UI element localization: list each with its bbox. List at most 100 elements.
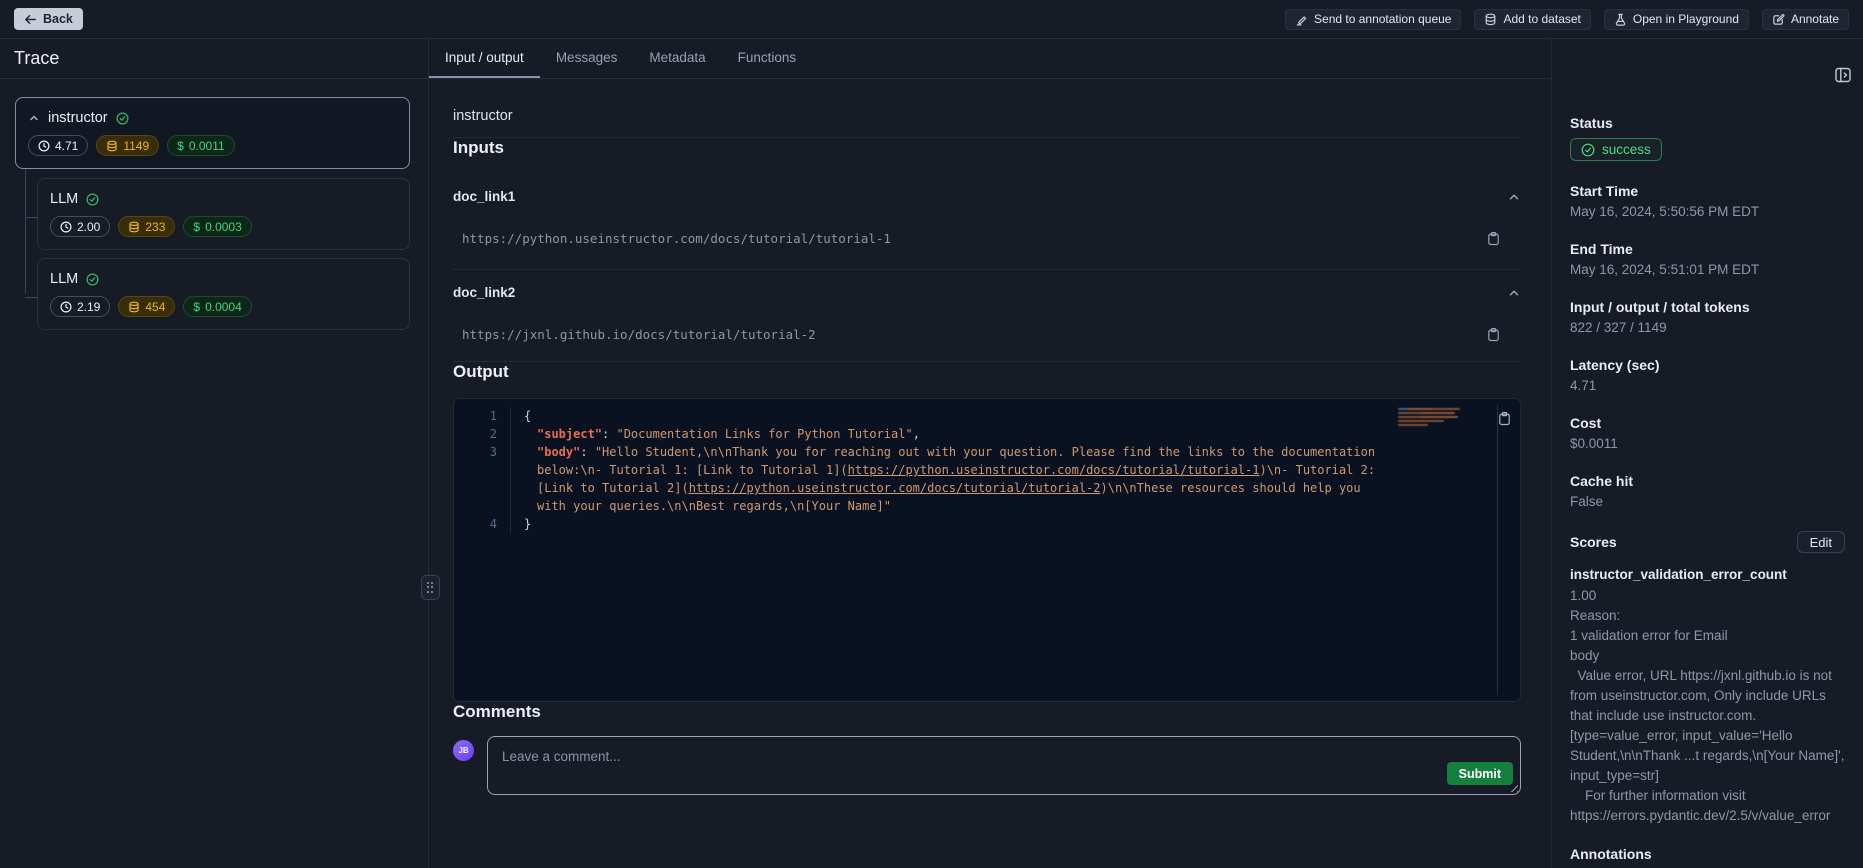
panel-field: Latency (sec)4.71: [1570, 357, 1845, 393]
panel-field-value: 4.71: [1570, 378, 1845, 393]
clock-icon: [60, 221, 72, 233]
trace-detail-page: Back Send to annotation queue Add to dat…: [0, 0, 1863, 868]
sidebar-resize-handle[interactable]: [421, 575, 440, 600]
code-token: ,: [913, 427, 920, 441]
span-name: LLM: [50, 191, 78, 207]
cost-badge: $ 0.0003: [183, 216, 251, 237]
span-badges: 2.00 233 $ 0.0003: [50, 216, 397, 237]
latency-value: 4.71: [55, 139, 78, 153]
tokens-value: 454: [145, 300, 165, 314]
panel-fields: Start TimeMay 16, 2024, 5:50:56 PM EDTEn…: [1570, 183, 1845, 509]
database-icon: [128, 301, 140, 313]
send-to-annotation-queue-button[interactable]: Send to annotation queue: [1285, 9, 1461, 30]
inputs-heading: Inputs: [453, 138, 1521, 158]
code-line: 2"subject": "Documentation Links for Pyt…: [454, 425, 1520, 443]
tab-metadata[interactable]: Metadata: [633, 39, 721, 78]
topbar-actions: Send to annotation queue Add to dataset …: [1285, 9, 1849, 30]
panel-field-label: Cache hit: [1570, 473, 1845, 489]
annotations-heading: Annotations: [1570, 846, 1845, 862]
code-minimap: [1398, 408, 1462, 428]
sidebar-title: Trace: [14, 48, 59, 69]
collapse-chevron-up-icon[interactable]: [1507, 286, 1521, 300]
clock-icon: [38, 140, 50, 152]
tab-messages[interactable]: Messages: [540, 39, 634, 78]
scores-header: Scores Edit: [1570, 531, 1845, 553]
user-avatar: JB: [453, 740, 474, 761]
database-icon: [106, 140, 118, 152]
code-token: }: [524, 517, 531, 531]
tokens-value: 233: [145, 220, 165, 234]
comment-box: Submit: [487, 736, 1521, 795]
code-token: :: [580, 445, 594, 459]
output-code-editor[interactable]: 1{2"subject": "Documentation Links for P…: [453, 398, 1521, 702]
edit-scores-button[interactable]: Edit: [1797, 531, 1845, 553]
score-reason-text: 1 validation error for Email body Value …: [1570, 626, 1845, 826]
trace-children: LLM 2.00 233: [15, 178, 410, 330]
span-header: LLM: [50, 191, 397, 207]
status-badge: success: [1570, 138, 1662, 161]
code-token: "Documentation Links for Python Tutorial…: [616, 427, 912, 441]
score-value: 1.00: [1570, 586, 1845, 606]
dollar-icon: $: [177, 139, 184, 153]
copy-icon[interactable]: [1486, 327, 1501, 342]
add-to-dataset-button[interactable]: Add to dataset: [1474, 9, 1590, 30]
code-line-number: 3: [454, 443, 510, 515]
cost-value: 0.0003: [205, 220, 242, 234]
trace-span-instructor[interactable]: instructor 4.71 1149: [15, 97, 410, 169]
panel-field-value: False: [1570, 494, 1845, 509]
latency-badge: 2.19: [50, 296, 110, 317]
tokens-badge: 454: [118, 296, 175, 317]
flask-icon: [1614, 13, 1627, 26]
trace-span-llm-2[interactable]: LLM 2.19 454: [37, 258, 410, 330]
copy-icon[interactable]: [1497, 411, 1512, 426]
status-value: success: [1602, 142, 1651, 157]
output-heading: Output: [453, 362, 1521, 382]
code-token: https://python.useinstructor.com/docs/tu…: [848, 463, 1260, 477]
run-title: instructor: [453, 108, 1521, 124]
latency-value: 2.00: [77, 220, 100, 234]
submit-comment-button[interactable]: Submit: [1447, 762, 1513, 785]
collapse-panel-icon[interactable]: [1834, 66, 1852, 84]
tab-functions[interactable]: Functions: [722, 39, 813, 78]
tokens-badge: 1149: [96, 135, 159, 156]
status-field: Status success: [1570, 115, 1845, 161]
database-icon: [1484, 13, 1497, 26]
comment-input[interactable]: [488, 737, 1520, 794]
panel-field-value: May 16, 2024, 5:50:56 PM EDT: [1570, 204, 1845, 219]
panel-field-label: End Time: [1570, 241, 1845, 257]
success-check-icon: [116, 112, 129, 125]
code-lines: 1{2"subject": "Documentation Links for P…: [454, 407, 1520, 533]
panel-field: Cache hit False: [1570, 473, 1845, 509]
back-button[interactable]: Back: [14, 8, 83, 30]
trace-sidebar: Trace instructor: [0, 39, 429, 868]
code-text: "subject": "Documentation Links for Pyth…: [510, 425, 920, 443]
comment-composer: JB Submit: [453, 736, 1521, 795]
code-line-number: 1: [454, 407, 510, 425]
tab-input-output[interactable]: Input / output: [429, 39, 540, 78]
code-line: 4}: [454, 515, 1520, 533]
collapse-chevron-up-icon[interactable]: [1507, 190, 1521, 204]
comments-heading: Comments: [453, 702, 1521, 722]
code-token: https://python.useinstructor.com/docs/tu…: [689, 481, 1101, 495]
panel-field-label: Input / output / total tokens: [1570, 299, 1845, 315]
status-label: Status: [1570, 115, 1845, 131]
run-details-panel: Status success Start TimeMay 16, 2024, 5…: [1551, 39, 1863, 868]
annotate-icon: [1772, 13, 1785, 26]
chevron-up-icon[interactable]: [28, 112, 40, 124]
open-in-playground-button[interactable]: Open in Playground: [1604, 9, 1749, 30]
copy-icon[interactable]: [1486, 231, 1501, 246]
tab-bar: Input / output Messages Metadata Functio…: [429, 39, 1551, 79]
code-scrollbar-track: [1497, 405, 1498, 695]
annotate-button[interactable]: Annotate: [1762, 9, 1849, 30]
action-label: Send to annotation queue: [1314, 12, 1451, 26]
code-token: "body": [537, 445, 580, 459]
panel-field-value: $0.0011: [1570, 436, 1845, 451]
trace-span-llm-1[interactable]: LLM 2.00 233: [37, 178, 410, 250]
code-token: "subject": [537, 427, 602, 441]
code-line: 1{: [454, 407, 1520, 425]
score-reason-label: Reason:: [1570, 606, 1845, 626]
cost-badge: $ 0.0004: [183, 296, 251, 317]
panel-field-value: 822 / 327 / 1149: [1570, 320, 1845, 335]
span-header: LLM: [50, 271, 397, 287]
clock-icon: [60, 301, 72, 313]
